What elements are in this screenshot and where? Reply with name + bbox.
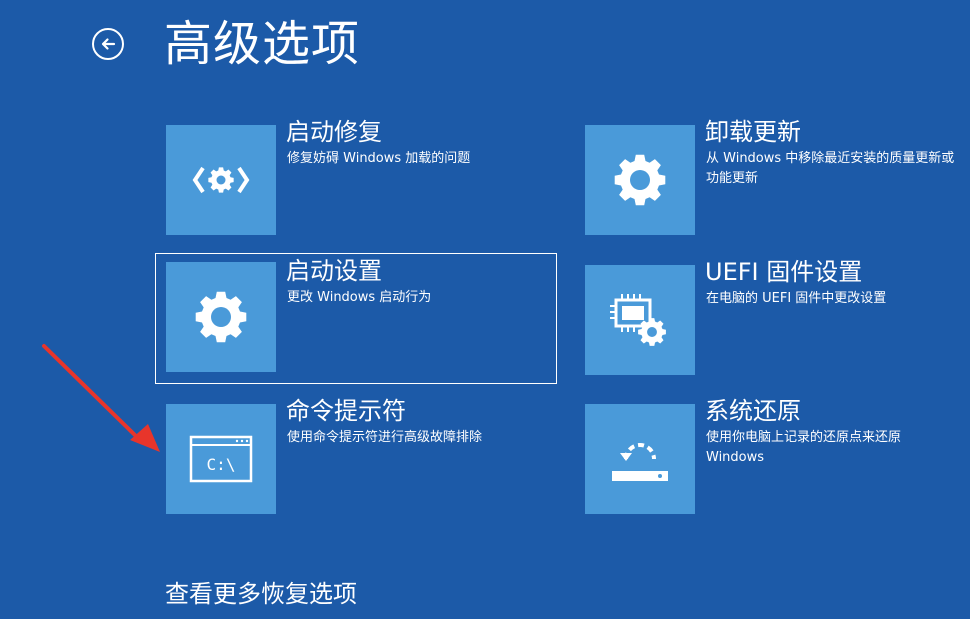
option-title: 启动修复: [286, 118, 382, 146]
option-description: 使用命令提示符进行高级故障排除: [287, 430, 483, 445]
option-title: 卸载更新: [705, 118, 801, 146]
option-title: 系统还原: [705, 397, 801, 425]
option-uninstall-updates[interactable]: 卸载更新 从 Windows 中移除最近安装的质量更新或功能更新: [575, 115, 970, 235]
option-startup-repair[interactable]: 启动修复 修复妨碍 Windows 加载的问题: [156, 115, 556, 235]
option-description: 修复妨碍 Windows 加载的问题: [287, 151, 471, 166]
option-uefi-firmware-settings[interactable]: UEFI 固件设置 在电脑的 UEFI 固件中更改设置: [575, 255, 970, 375]
command-prompt-icon: C:\: [189, 435, 253, 483]
option-system-restore[interactable]: 系统还原 使用你电脑上记录的还原点来还原 Windows: [575, 394, 970, 514]
startup-repair-icon: [192, 166, 250, 194]
option-tile: [166, 125, 276, 235]
option-title: 启动设置: [286, 257, 382, 285]
option-description: 更改 Windows 启动行为: [287, 290, 432, 305]
option-tile: [585, 404, 695, 514]
command-prompt-icon-text: C:\: [207, 455, 236, 474]
system-restore-icon: [612, 443, 668, 481]
option-title: 命令提示符: [286, 397, 406, 425]
option-description: 从 Windows 中移除最近安装的质量更新或功能更新: [706, 151, 955, 186]
back-button[interactable]: [92, 28, 124, 60]
option-tile: [585, 265, 695, 375]
option-tile: [166, 262, 276, 372]
chip-gear-icon: [610, 294, 666, 346]
gear-icon: [614, 154, 666, 206]
gear-icon: [195, 291, 247, 343]
option-tile: C:\: [166, 404, 276, 514]
option-description: 使用你电脑上记录的还原点来还原 Windows: [706, 430, 902, 465]
more-recovery-options-link[interactable]: 查看更多恢复选项: [165, 578, 357, 610]
option-startup-settings[interactable]: 启动设置 更改 Windows 启动行为: [155, 253, 557, 384]
option-title: UEFI 固件设置: [705, 258, 863, 286]
page-title: 高级选项: [164, 16, 361, 72]
option-command-prompt[interactable]: C:\ 命令提示符 使用命令提示符进行高级故障排除: [156, 394, 556, 514]
back-arrow-circle-icon: [101, 38, 116, 50]
option-tile: [585, 125, 695, 235]
option-description: 在电脑的 UEFI 固件中更改设置: [706, 291, 887, 306]
